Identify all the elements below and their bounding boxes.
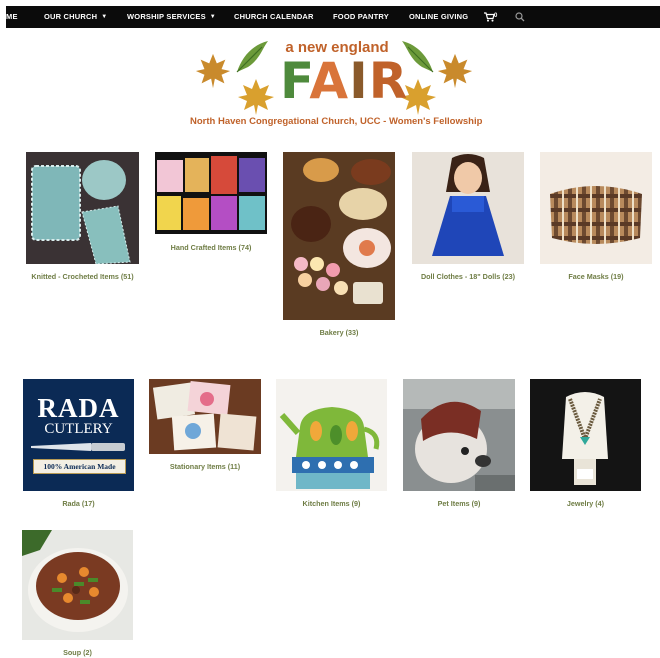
- nav-item-online-giving[interactable]: ONLINE GIVING: [409, 6, 468, 28]
- category-image-doll-clothes[interactable]: [412, 152, 524, 264]
- rada-sub-text: CUTLERY: [44, 421, 113, 437]
- category-image-hand-crafted[interactable]: [155, 152, 267, 234]
- category-label[interactable]: Doll Clothes - 18" Dolls (23): [402, 272, 534, 281]
- maple-leaf-icon: [195, 53, 231, 89]
- category-image-pet[interactable]: [403, 379, 515, 491]
- fair-logo[interactable]: a new england FAIR North Haven Congregat…: [190, 33, 483, 133]
- category-label[interactable]: Pet Items (9): [393, 499, 525, 508]
- logo-fair-title: FAIR: [280, 52, 409, 110]
- category-label[interactable]: Jewelry (4): [520, 499, 651, 508]
- rada-brand-text: RADA: [37, 393, 120, 423]
- category-label[interactable]: Kitchen Items (9): [266, 499, 397, 508]
- search-icon[interactable]: [515, 12, 525, 22]
- top-nav-bar: ME OUR CHURCH ▼ WORSHIP SERVICES ▼ CHURCH …: [6, 6, 660, 28]
- category-image-bakery[interactable]: [283, 152, 395, 320]
- category-image-stationary[interactable]: [149, 379, 261, 454]
- category-image-jewelry[interactable]: [530, 379, 641, 491]
- maple-leaf-icon: [437, 53, 473, 89]
- category-image-knitted[interactable]: [26, 152, 139, 264]
- category-label[interactable]: Rada (17): [13, 499, 144, 508]
- category-label[interactable]: Soup (2): [12, 648, 143, 657]
- category-label[interactable]: Knitted - Crocheted Items (51): [16, 272, 149, 281]
- oak-leaf-icon: [236, 41, 268, 73]
- maple-leaf-icon: [238, 79, 274, 115]
- category-label[interactable]: Stationary Items (11): [139, 462, 271, 471]
- category-image-soup[interactable]: [22, 530, 133, 640]
- nav-item-church-calendar[interactable]: CHURCH CALENDAR: [234, 6, 314, 28]
- category-label[interactable]: Bakery (33): [273, 328, 405, 337]
- knife-icon: [31, 443, 125, 451]
- chevron-down-icon: ▼: [101, 14, 108, 20]
- category-label[interactable]: Face Masks (19): [530, 272, 660, 281]
- nav-item-our-church[interactable]: OUR CHURCH ▼: [44, 6, 107, 28]
- category-image-rada[interactable]: RADA CUTLERY 100% American Made: [23, 379, 134, 491]
- chevron-down-icon: ▼: [209, 14, 216, 20]
- category-image-kitchen[interactable]: [276, 379, 387, 491]
- nav-item-home[interactable]: ME: [6, 6, 18, 28]
- cart-count-badge: 0: [494, 13, 498, 19]
- logo-subtitle: North Haven Congregational Church, UCC -…: [190, 116, 483, 127]
- nav-item-worship-services[interactable]: WORSHIP SERVICES ▼: [127, 6, 216, 28]
- nav-item-food-pantry[interactable]: FOOD PANTRY: [333, 6, 389, 28]
- category-image-face-masks[interactable]: [540, 152, 652, 264]
- category-label[interactable]: Hand Crafted Items (74): [145, 243, 277, 252]
- rada-banner: 100% American Made: [33, 459, 126, 474]
